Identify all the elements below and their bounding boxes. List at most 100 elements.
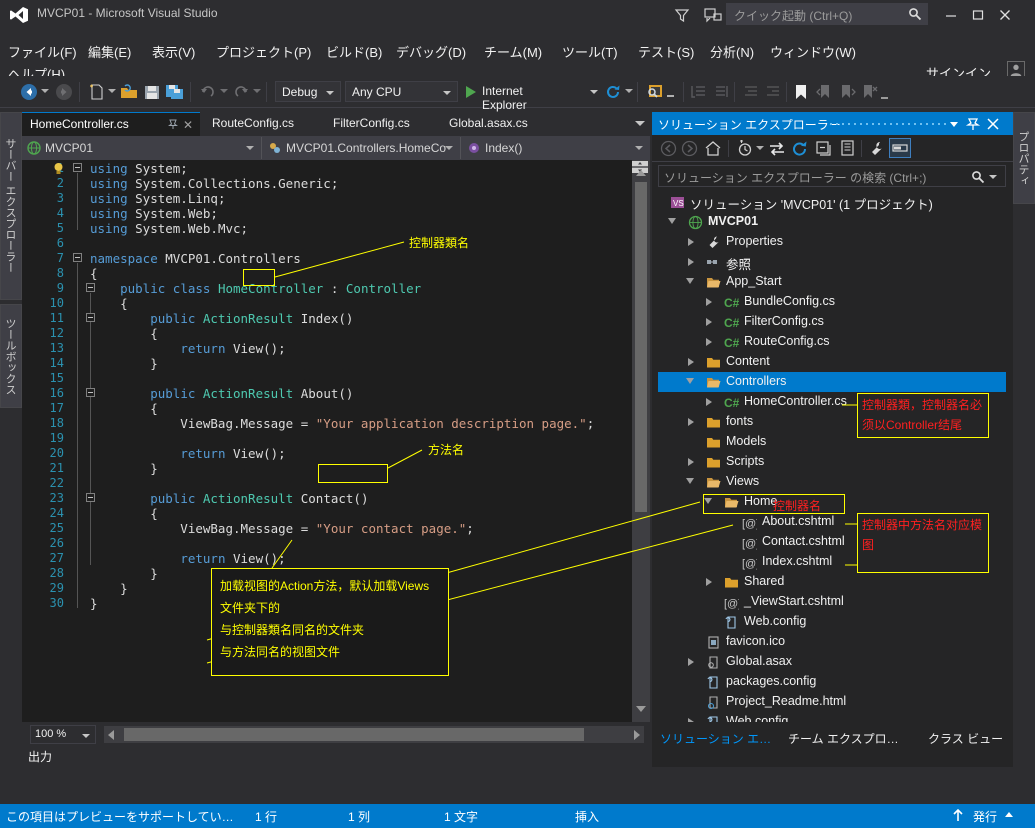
tree-item-global-asax[interactable]: Global.asax [658,652,1006,672]
menu-window[interactable]: ウィンドウ(W) [766,40,860,63]
tree-item-filterconfig-cs[interactable]: C#FilterConfig.cs [658,312,1006,332]
code-line[interactable]: { [90,326,158,341]
find-overflow-icon[interactable] [667,95,674,97]
auto-hide-pin-button[interactable] [965,116,981,132]
bookmark-icon[interactable] [792,83,810,101]
tree-item-mvcp01[interactable]: MVCP01 [658,212,1006,232]
chevron-right-icon[interactable] [706,298,712,306]
tree-item-routeconfig-cs[interactable]: C#RouteConfig.cs [658,332,1006,352]
tree-item-shared[interactable]: Shared [658,572,1006,592]
code-line[interactable]: using System.Linq; [90,191,225,206]
fold-toggle[interactable] [73,163,82,172]
minimize-button[interactable] [938,3,964,25]
code-line[interactable]: public ActionResult About() [90,386,353,401]
chevron-down-icon[interactable] [686,478,694,484]
maximize-button[interactable] [965,3,991,25]
tab-global-asax-cs[interactable]: Global.asax.cs [441,112,561,136]
menu-debug[interactable]: デバッグ(D) [392,40,470,63]
project-combo[interactable]: MVCP01 [22,137,262,159]
code-line[interactable]: ViewBag.Message = "Your application desc… [90,416,594,431]
solution-platform-combo[interactable]: Any CPU [345,81,458,102]
tool-tab-toolbox[interactable]: ツールボックス [0,304,22,408]
solution-tree[interactable]: VSソリューション 'MVCP01' (1 プロジェクト)MVCP01Prope… [658,192,1006,722]
code-line[interactable]: { [90,401,158,416]
scroll-thumb[interactable] [635,182,647,512]
tool-tab-server-explorer[interactable]: サーバー エクスプローラー [0,112,22,300]
refresh-dropdown[interactable] [625,89,633,93]
code-line[interactable]: ViewBag.Message = "Your contact page."; [90,521,474,536]
code-line[interactable]: } [90,581,128,596]
new-item-dropdown[interactable] [108,89,116,93]
close-panel-button[interactable] [985,116,1001,132]
tab-routeconfig-cs[interactable]: RouteConfig.cs [204,112,318,136]
chevron-down-icon[interactable] [668,218,676,224]
solution-configuration-combo[interactable]: Debug [275,81,341,102]
code-line[interactable]: namespace MVCP01.Controllers [90,251,301,266]
new-item-icon[interactable] [88,83,106,101]
open-folder-icon[interactable] [119,83,139,101]
drag-handle[interactable] [830,122,960,126]
menu-test[interactable]: テスト(S) [634,40,698,63]
tab-solution-explorer[interactable]: ソリューション エ… [652,726,778,750]
menu-file[interactable]: ファイル(F) [4,40,81,63]
code-line[interactable]: { [90,296,128,311]
lightbulb-suggestion-icon[interactable] [52,162,65,175]
redo-dropdown[interactable] [253,89,261,93]
chevron-right-icon[interactable] [688,718,694,722]
navigate-back-dropdown[interactable] [41,89,49,93]
save-icon[interactable] [143,83,161,101]
tree-item-packages-config[interactable]: packages.config [658,672,1006,692]
home-icon[interactable] [704,140,722,157]
chevron-right-icon[interactable] [688,238,694,246]
code-line[interactable]: return View(); [90,446,286,461]
pin-icon[interactable] [168,119,178,130]
code-line[interactable]: using System.Collections.Generic; [90,176,338,191]
undo-dropdown[interactable] [220,89,228,93]
search-options-chevron-down-icon[interactable] [989,175,997,179]
preview-selected-items-button[interactable] [889,138,911,158]
fold-toggle[interactable] [73,253,82,262]
code-line[interactable]: using System.Web.Mvc; [90,221,248,236]
code-line[interactable]: using System.Web; [90,206,218,221]
find-in-files-icon[interactable] [645,83,665,101]
close-button[interactable] [992,3,1018,25]
tree-item-controllers[interactable]: Controllers [658,372,1006,392]
zoom-level-combo[interactable]: 100 % [30,725,96,744]
status-publish[interactable]: 発行 [973,808,997,825]
scroll-right-arrow[interactable] [634,730,640,740]
tree-item-project-readme-html[interactable]: Project_Readme.html [658,692,1006,712]
tab-team-explorer[interactable]: チーム エクスプロ… [780,726,916,750]
tree-item-views[interactable]: Views [658,472,1006,492]
scroll-left-arrow[interactable] [108,730,114,740]
chevron-right-icon[interactable] [688,358,694,366]
chevron-right-icon[interactable] [688,458,694,466]
chevron-right-icon[interactable] [706,578,712,586]
tree-item-bundleconfig-cs[interactable]: C#BundleConfig.cs [658,292,1006,312]
chevron-down-icon[interactable] [686,278,694,284]
pending-changes-icon[interactable] [736,140,754,157]
publish-chevron-up-icon[interactable] [1005,812,1013,817]
close-icon[interactable]: ✕ [183,118,193,132]
code-line[interactable]: public ActionResult Contact() [90,491,368,506]
quick-launch-input[interactable]: クイック起動 (Ctrl+Q) [726,3,928,25]
chevron-right-icon[interactable] [706,318,712,326]
code-line[interactable]: return View(); [90,341,286,356]
tree-item-viewstart-cshtml[interactable]: [@]_ViewStart.cshtml [658,592,1006,612]
menu-tools[interactable]: ツール(T) [558,40,622,63]
code-line[interactable]: { [90,506,158,521]
send-feedback-icon[interactable] [703,5,723,25]
menu-team[interactable]: チーム(M) [480,40,546,63]
tree-item-scripts[interactable]: Scripts [658,452,1006,472]
tree-item-[interactable]: 参照 [658,252,1006,272]
editor-vertical-scrollbar[interactable] [632,160,650,722]
publish-upload-icon[interactable] [951,809,965,823]
save-all-icon[interactable] [165,83,185,101]
chevron-right-icon[interactable] [688,258,694,266]
menu-view[interactable]: 表示(V) [148,40,199,63]
tree-item-web-config[interactable]: Web.config [658,712,1006,722]
tree-item-app-start[interactable]: App_Start [658,272,1006,292]
menu-analyze[interactable]: 分析(N) [706,40,758,63]
menu-project[interactable]: プロジェクト(P) [212,40,315,63]
filter-icon[interactable] [673,6,691,24]
navigate-back-icon[interactable] [20,83,38,101]
